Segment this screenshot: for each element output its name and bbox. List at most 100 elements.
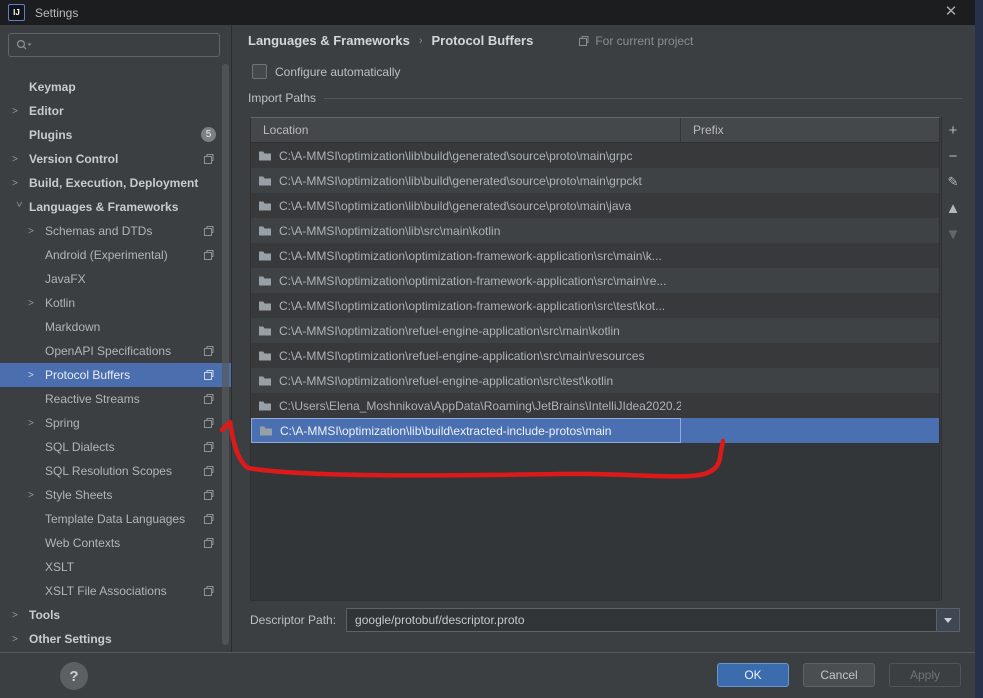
chevron-icon[interactable] <box>12 610 25 621</box>
location-cell[interactable]: C:\A-MMSI\optimization\lib\src\main\kotl… <box>251 218 681 243</box>
import-path-row[interactable]: C:\A-MMSI\optimization\lib\src\main\kotl… <box>251 218 939 243</box>
breadcrumb-protocol-buffers[interactable]: Protocol Buffers <box>432 33 534 48</box>
sidebar-item-label: Editor <box>29 104 64 118</box>
import-path-row[interactable]: C:\Users\Elena_Moshnikova\AppData\Roamin… <box>251 393 939 418</box>
intellij-logo-icon: IJ <box>8 4 25 21</box>
import-path-row[interactable]: C:\A-MMSI\optimization\refuel-engine-app… <box>251 343 939 368</box>
import-path-row[interactable]: C:\A-MMSI\optimization\optimization-fram… <box>251 243 939 268</box>
chevron-icon[interactable] <box>28 226 41 237</box>
location-cell[interactable]: C:\A-MMSI\optimization\lib\build\generat… <box>251 193 681 218</box>
sidebar-item-keymap[interactable]: Keymap <box>0 75 231 99</box>
descriptor-path-label: Descriptor Path: <box>250 613 337 627</box>
add-icon[interactable]: + <box>942 117 964 143</box>
location-cell[interactable]: C:\A-MMSI\optimization\optimization-fram… <box>251 293 681 318</box>
sidebar-item-openapi-specifications[interactable]: OpenAPI Specifications <box>0 339 231 363</box>
import-path-row[interactable]: C:\A-MMSI\optimization\refuel-engine-app… <box>251 368 939 393</box>
title-bar: IJ Settings ✕ <box>0 0 983 25</box>
location-cell[interactable]: C:\A-MMSI\optimization\refuel-engine-app… <box>251 343 681 368</box>
import-path-row[interactable]: C:\A-MMSI\optimization\optimization-fram… <box>251 268 939 293</box>
dialog-buttons: OK Cancel Apply <box>717 663 961 687</box>
scope-label: For current project <box>595 33 694 48</box>
location-cell[interactable]: C:\A-MMSI\optimization\lib\build\generat… <box>251 143 681 168</box>
folder-icon <box>259 351 271 360</box>
close-icon[interactable]: ✕ <box>942 3 960 21</box>
import-path-row[interactable]: C:\A-MMSI\optimization\lib\build\extract… <box>251 418 939 443</box>
location-cell[interactable]: C:\A-MMSI\optimization\optimization-fram… <box>251 243 681 268</box>
location-cell[interactable]: C:\A-MMSI\optimization\refuel-engine-app… <box>251 318 681 343</box>
location-cell[interactable]: C:\Users\Elena_Moshnikova\AppData\Roamin… <box>251 393 681 418</box>
location-cell[interactable]: C:\A-MMSI\optimization\optimization-fram… <box>251 268 681 293</box>
sidebar-item-xslt[interactable]: XSLT <box>0 555 231 579</box>
sidebar-scrollbar[interactable] <box>222 64 229 645</box>
folder-icon <box>260 426 272 435</box>
chevron-icon[interactable] <box>12 634 25 645</box>
sidebar-item-xslt-file-associations[interactable]: XSLT File Associations <box>0 579 231 603</box>
sidebar-item-reactive-streams[interactable]: Reactive Streams <box>0 387 231 411</box>
sidebar-item-web-contexts[interactable]: Web Contexts <box>0 531 231 555</box>
location-cell[interactable]: C:\A-MMSI\optimization\lib\build\generat… <box>251 168 681 193</box>
sidebar-item-version-control[interactable]: Version Control <box>0 147 231 171</box>
help-button[interactable]: ? <box>60 662 88 690</box>
sidebar-item-android-experimental[interactable]: Android (Experimental) <box>0 243 231 267</box>
import-path-row[interactable]: C:\A-MMSI\optimization\refuel-engine-app… <box>251 318 939 343</box>
sidebar-item-spring[interactable]: Spring <box>0 411 231 435</box>
descriptor-path-combobox[interactable]: google/protobuf/descriptor.proto <box>346 608 960 632</box>
location-cell[interactable]: C:\A-MMSI\optimization\lib\build\extract… <box>251 418 681 443</box>
import-path-row[interactable]: C:\A-MMSI\optimization\optimization-fram… <box>251 293 939 318</box>
import-path-row[interactable]: C:\A-MMSI\optimization\lib\build\generat… <box>251 193 939 218</box>
sidebar-item-markdown[interactable]: Markdown <box>0 315 231 339</box>
column-header-location: Location <box>251 118 681 142</box>
sidebar-item-plugins[interactable]: Plugins 5 <box>0 123 231 147</box>
search-icon[interactable] <box>16 39 32 51</box>
breadcrumb: Languages & Frameworks › Protocol Buffer… <box>248 33 693 48</box>
sidebar-item-other-settings[interactable]: Other Settings <box>0 627 231 651</box>
sidebar-item-languages-frameworks[interactable]: Languages & Frameworks <box>0 195 231 219</box>
sidebar-item-javafx[interactable]: JavaFX <box>0 267 231 291</box>
sidebar-item-build-execution-deployment[interactable]: Build, Execution, Deployment <box>0 171 231 195</box>
ok-button[interactable]: OK <box>717 663 789 687</box>
chevron-icon[interactable] <box>12 178 25 189</box>
current-project-icon <box>204 586 214 596</box>
sidebar-item-sql-dialects[interactable]: SQL Dialects <box>0 435 231 459</box>
sidebar-item-editor[interactable]: Editor <box>0 99 231 123</box>
sidebar-item-sql-resolution-scopes[interactable]: SQL Resolution Scopes <box>0 459 231 483</box>
sidebar-item-style-sheets[interactable]: Style Sheets <box>0 483 231 507</box>
current-project-icon <box>204 346 214 356</box>
breadcrumb-languages-frameworks[interactable]: Languages & Frameworks <box>248 33 410 48</box>
current-project-icon <box>204 226 214 236</box>
combobox-dropdown-button[interactable] <box>936 609 959 631</box>
sidebar-item-label: Reactive Streams <box>45 392 140 406</box>
sidebar-item-tools[interactable]: Tools <box>0 603 231 627</box>
location-cell[interactable]: C:\A-MMSI\optimization\refuel-engine-app… <box>251 368 681 393</box>
configure-automatically-checkbox[interactable] <box>252 64 267 79</box>
settings-search-box[interactable] <box>8 33 220 57</box>
chevron-icon[interactable] <box>12 106 25 117</box>
chevron-down-icon <box>944 617 952 623</box>
descriptor-path-row: Descriptor Path: google/protobuf/descrip… <box>250 608 960 632</box>
sidebar-item-kotlin[interactable]: Kotlin <box>0 291 231 315</box>
move-up-icon[interactable]: ▲ <box>942 195 964 221</box>
import-path-row[interactable]: C:\A-MMSI\optimization\lib\build\generat… <box>251 168 939 193</box>
sidebar-item-schemas-and-dtds[interactable]: Schemas and DTDs <box>0 219 231 243</box>
sidebar-item-protocol-buffers[interactable]: Protocol Buffers <box>0 363 231 387</box>
chevron-icon[interactable] <box>28 298 41 309</box>
edit-icon[interactable]: ✎ <box>942 169 964 195</box>
remove-icon[interactable]: − <box>942 143 964 169</box>
chevron-icon[interactable] <box>28 370 41 381</box>
configure-automatically-label[interactable]: Configure automatically <box>275 65 400 79</box>
location-text: C:\A-MMSI\optimization\optimization-fram… <box>279 248 662 263</box>
folder-icon <box>259 251 271 260</box>
location-text: C:\A-MMSI\optimization\optimization-fram… <box>279 298 666 313</box>
chevron-icon[interactable] <box>13 201 24 214</box>
search-input[interactable] <box>36 37 219 53</box>
chevron-icon[interactable] <box>28 418 41 429</box>
chevron-icon[interactable] <box>28 490 41 501</box>
cancel-button[interactable]: Cancel <box>803 663 875 687</box>
column-header-prefix: Prefix <box>693 123 724 137</box>
chevron-icon[interactable] <box>12 154 25 165</box>
descriptor-path-value[interactable]: google/protobuf/descriptor.proto <box>347 613 936 627</box>
sidebar-item-template-data-languages[interactable]: Template Data Languages <box>0 507 231 531</box>
sidebar-item-label: XSLT <box>45 560 75 574</box>
location-text: C:\Users\Elena_Moshnikova\AppData\Roamin… <box>279 398 681 413</box>
import-path-row[interactable]: C:\A-MMSI\optimization\lib\build\generat… <box>251 143 939 168</box>
